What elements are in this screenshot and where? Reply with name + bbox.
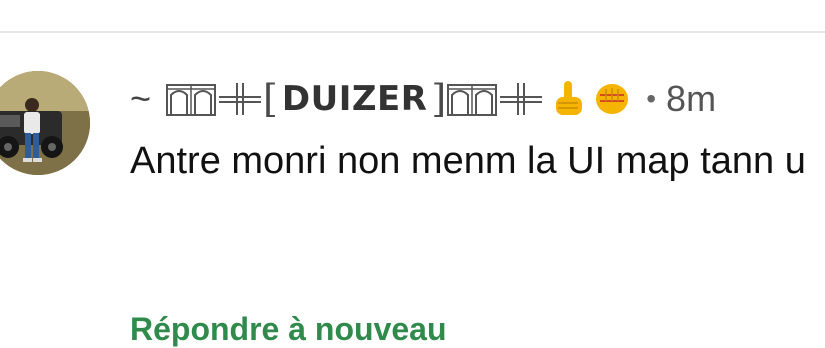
timestamp-separator: • bbox=[646, 83, 657, 114]
cross-sword-icon bbox=[498, 81, 544, 117]
avatar[interactable] bbox=[0, 71, 90, 175]
castle-icon bbox=[446, 81, 498, 117]
raised-fist-emoji-icon bbox=[592, 79, 632, 119]
username-prefix: ~ bbox=[130, 78, 152, 119]
cross-sword-icon bbox=[217, 81, 263, 117]
reply-link[interactable]: Répondre à nouveau bbox=[130, 311, 447, 348]
comment-text: Antre monri non menm la UI map tann u bbox=[130, 140, 806, 182]
comment-header: ~ [ DUIZER ] • 8m bbox=[130, 75, 716, 123]
username[interactable]: DUIZER bbox=[282, 79, 428, 119]
castle-icon bbox=[165, 81, 217, 117]
bracket-close: ] bbox=[431, 77, 447, 121]
timestamp: 8m bbox=[666, 78, 717, 119]
bracket-open: [ bbox=[263, 77, 278, 121]
pointing-hand-emoji-icon bbox=[548, 79, 588, 119]
comment-item: ~ [ DUIZER ] • 8m Antre monri non menm l… bbox=[0, 33, 825, 347]
